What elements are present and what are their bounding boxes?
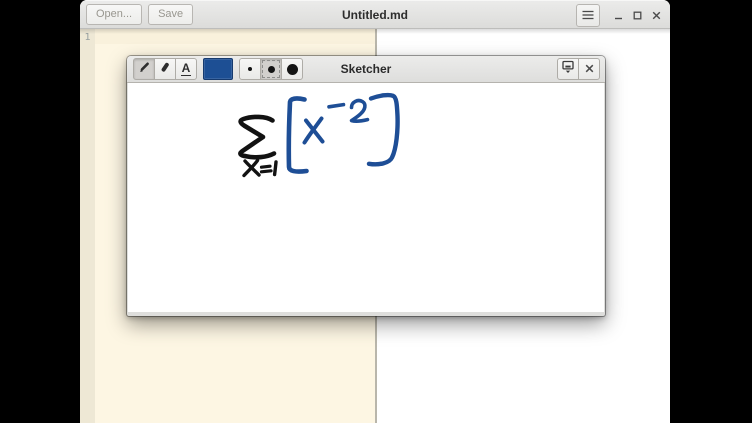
minimize-icon [614, 7, 623, 25]
hamburger-menu-button[interactable] [576, 4, 600, 27]
size-large-button[interactable] [281, 58, 303, 80]
sketcher-window: Sketcher A [127, 56, 605, 316]
size-medium-button[interactable] [260, 58, 282, 80]
text-icon: A [180, 60, 192, 76]
line-number-gutter: 1 [80, 29, 95, 423]
current-line-highlight [95, 29, 375, 44]
editor-headerbar: Untitled.md Open... Save [80, 0, 670, 29]
marker-tool-button[interactable] [154, 58, 176, 80]
line-number: 1 [84, 32, 91, 43]
close-icon [652, 7, 661, 25]
size-small-button[interactable] [239, 58, 261, 80]
tool-group: A [133, 58, 197, 80]
save-button[interactable]: Save [148, 3, 194, 25]
maximize-icon [633, 7, 642, 25]
marker-icon [158, 60, 172, 79]
desktop-background: Untitled.md Open... Save 1 Sketcher A [0, 0, 752, 423]
sketcher-window-controls [557, 58, 600, 80]
medium-dot-icon [267, 65, 275, 73]
close-window-button[interactable] [647, 5, 666, 26]
drawing-canvas[interactable] [128, 83, 604, 312]
hamburger-menu-icon [582, 7, 594, 25]
text-tool-button[interactable]: A [175, 58, 197, 80]
pencil-tool-button[interactable] [133, 58, 155, 80]
color-swatch[interactable] [203, 58, 233, 80]
sketcher-titlebar: Sketcher A [127, 56, 605, 83]
small-dot-icon [248, 67, 252, 71]
canvas-drawing [238, 92, 400, 178]
minimize-button[interactable] [609, 5, 628, 26]
pencil-icon [137, 60, 151, 79]
window-controls [576, 1, 666, 30]
open-button[interactable]: Open... [86, 3, 143, 25]
insert-to-document-button[interactable] [557, 58, 579, 80]
close-icon [585, 63, 594, 75]
sketcher-close-button[interactable] [578, 58, 600, 80]
maximize-button[interactable] [628, 5, 647, 26]
size-group [239, 58, 303, 80]
insert-to-document-icon [561, 60, 575, 79]
sketcher-title: Sketcher [340, 62, 392, 76]
large-dot-icon [286, 63, 298, 75]
